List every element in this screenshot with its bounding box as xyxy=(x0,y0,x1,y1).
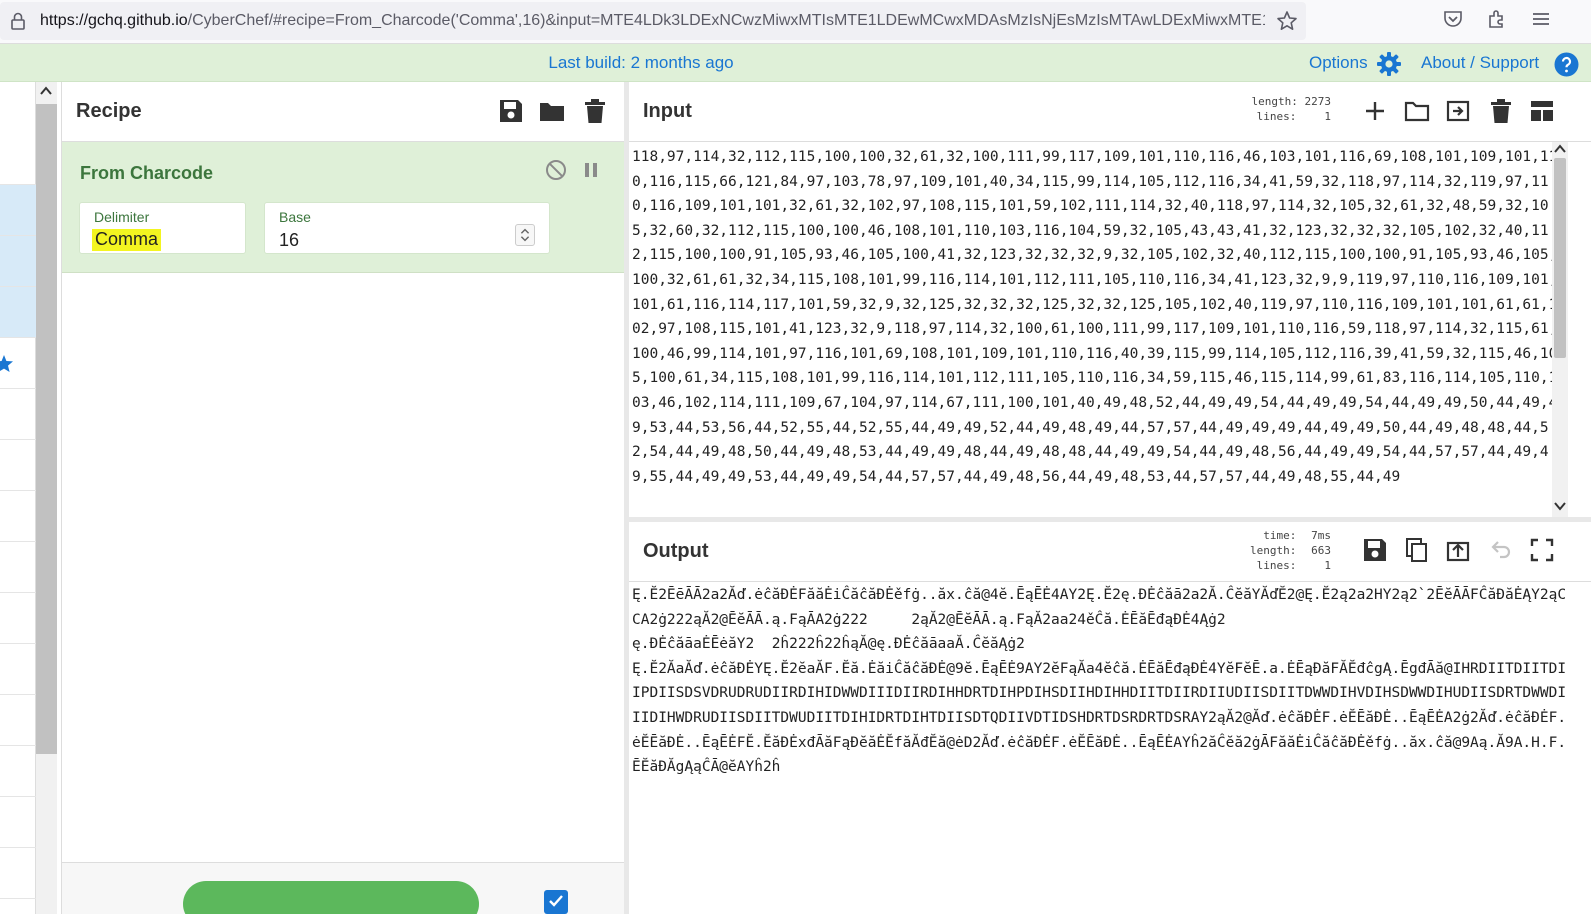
open-folder-icon[interactable] xyxy=(1404,98,1430,124)
ops-scrollbar-thumb[interactable] xyxy=(36,104,57,754)
ops-category-item[interactable] xyxy=(0,185,36,236)
ops-category-item[interactable] xyxy=(0,848,36,899)
output-title: Output xyxy=(643,540,709,562)
number-spinner-icon[interactable] xyxy=(515,224,535,246)
base-input[interactable]: Base 16 xyxy=(264,202,550,254)
url-host: https://gchq.github.io xyxy=(40,12,188,29)
output-time: 7ms xyxy=(1311,529,1331,542)
favourites-category[interactable] xyxy=(0,338,36,389)
save-output-icon[interactable] xyxy=(1362,537,1388,563)
input-length-label: length: xyxy=(1251,95,1298,108)
ops-category-item[interactable] xyxy=(0,236,36,287)
output-pane: Output time: 7ms length: 663 lines: 1 Ę.… xyxy=(629,522,1591,914)
input-stats: length: 2273 lines: 1 xyxy=(1241,94,1331,124)
recipe-pane: Recipe From Charcode Delimiter Comma Bas… xyxy=(61,82,636,914)
from-charcode-operation[interactable]: From Charcode Delimiter Comma Base 16 xyxy=(62,142,636,273)
ops-category-item[interactable] xyxy=(0,695,36,746)
ops-category-item[interactable] xyxy=(0,542,36,593)
operation-title: From Charcode xyxy=(80,163,214,183)
ops-category-item[interactable] xyxy=(0,746,36,797)
help-icon[interactable] xyxy=(1554,52,1579,77)
output-text[interactable]: Ę.Ĕ2ĒēĀĀ2a2Ăď.ėĉăĐĖFăăĖiĈăĉăĐĖěfġ..ăx.ĉă… xyxy=(632,583,1567,903)
delimiter-value-wrap: Comma xyxy=(92,229,162,251)
scroll-up-arrow-icon[interactable] xyxy=(1554,144,1566,154)
operations-list xyxy=(0,82,36,914)
input-pane: Input length: 2273 lines: 1 118,97,114,3… xyxy=(629,82,1591,519)
ops-category-item[interactable] xyxy=(0,491,36,542)
replace-input-with-output-icon[interactable] xyxy=(1445,537,1471,563)
input-lines: 1 xyxy=(1324,110,1331,123)
add-tab-plus-icon[interactable] xyxy=(1362,98,1388,124)
clear-recipe-trash-icon[interactable] xyxy=(582,98,608,124)
input-length: 2273 xyxy=(1304,95,1332,108)
delimiter-label: Delimiter xyxy=(94,209,150,225)
open-file-import-icon[interactable] xyxy=(1445,98,1471,124)
output-stats: time: 7ms length: 663 lines: 1 xyxy=(1241,528,1331,573)
breakpoint-pause-icon[interactable] xyxy=(582,161,600,179)
ops-category-item[interactable] xyxy=(0,797,36,848)
input-title: Input xyxy=(643,100,692,122)
copy-output-icon[interactable] xyxy=(1404,537,1430,563)
base-label: Base xyxy=(279,209,311,225)
delimiter-value: Comma xyxy=(92,229,162,251)
pocket-icon[interactable] xyxy=(1442,8,1464,30)
output-lines: 1 xyxy=(1324,559,1331,572)
last-build-link[interactable]: Last build: 2 months ago xyxy=(0,53,1282,73)
ops-category-item[interactable] xyxy=(0,440,36,491)
input-scrollbar-thumb[interactable] xyxy=(1554,158,1566,358)
disable-operation-icon[interactable] xyxy=(545,159,567,181)
address-bar[interactable]: https://gchq.github.io/CyberChef/#recipe… xyxy=(0,2,1306,40)
input-lines-label: lines: xyxy=(1256,110,1297,123)
ops-category-item[interactable] xyxy=(0,389,36,440)
auto-bake-checkbox[interactable] xyxy=(544,890,568,914)
url-text[interactable]: https://gchq.github.io/CyberChef/#recipe… xyxy=(40,12,1265,30)
load-recipe-folder-icon[interactable] xyxy=(539,98,565,124)
undo-icon[interactable] xyxy=(1488,537,1514,563)
output-length: 663 xyxy=(1311,544,1331,557)
url-path: /CyberChef/#recipe=From_Charcode('Comma'… xyxy=(187,12,1265,29)
gear-icon[interactable] xyxy=(1376,51,1402,77)
reset-layout-icon[interactable] xyxy=(1529,98,1555,124)
input-header: Input length: 2273 lines: 1 xyxy=(629,82,1591,142)
check-icon xyxy=(549,895,563,907)
maximise-output-icon[interactable] xyxy=(1529,537,1555,563)
output-lines-label: lines: xyxy=(1256,559,1297,572)
ops-category-item[interactable] xyxy=(0,644,36,695)
extensions-icon[interactable] xyxy=(1486,8,1508,30)
scroll-down-arrow-icon[interactable] xyxy=(1554,501,1566,511)
ops-search-row[interactable] xyxy=(0,134,36,185)
recipe-footer xyxy=(62,862,636,914)
output-length-label: length: xyxy=(1250,544,1297,557)
input-textarea[interactable]: 118,97,114,32,112,115,100,100,32,61,32,1… xyxy=(632,145,1562,517)
delimiter-select[interactable]: Delimiter Comma xyxy=(79,202,246,254)
scroll-up-arrow-icon[interactable] xyxy=(40,86,52,96)
options-link[interactable]: Options xyxy=(1309,53,1368,73)
bookmark-star-icon[interactable] xyxy=(1276,10,1298,32)
ops-category-item[interactable] xyxy=(0,593,36,644)
menu-icon[interactable] xyxy=(1530,8,1552,30)
output-time-label: time: xyxy=(1263,529,1297,542)
browser-toolbar: https://gchq.github.io/CyberChef/#recipe… xyxy=(0,0,1591,44)
ops-category-item[interactable] xyxy=(0,287,36,338)
recipe-title: Recipe xyxy=(76,100,142,122)
output-header: Output time: 7ms length: 663 lines: 1 xyxy=(629,522,1591,582)
base-value: 16 xyxy=(279,230,300,250)
top-banner: Last build: 2 months ago Options About /… xyxy=(0,44,1591,82)
bake-button[interactable] xyxy=(183,881,479,914)
favourite-star-icon xyxy=(0,355,13,372)
about-support-link[interactable]: About / Support xyxy=(1421,53,1539,73)
recipe-header: Recipe xyxy=(62,82,636,142)
save-recipe-icon[interactable] xyxy=(498,98,524,124)
lock-icon xyxy=(11,12,25,30)
clear-input-trash-icon[interactable] xyxy=(1488,98,1514,124)
